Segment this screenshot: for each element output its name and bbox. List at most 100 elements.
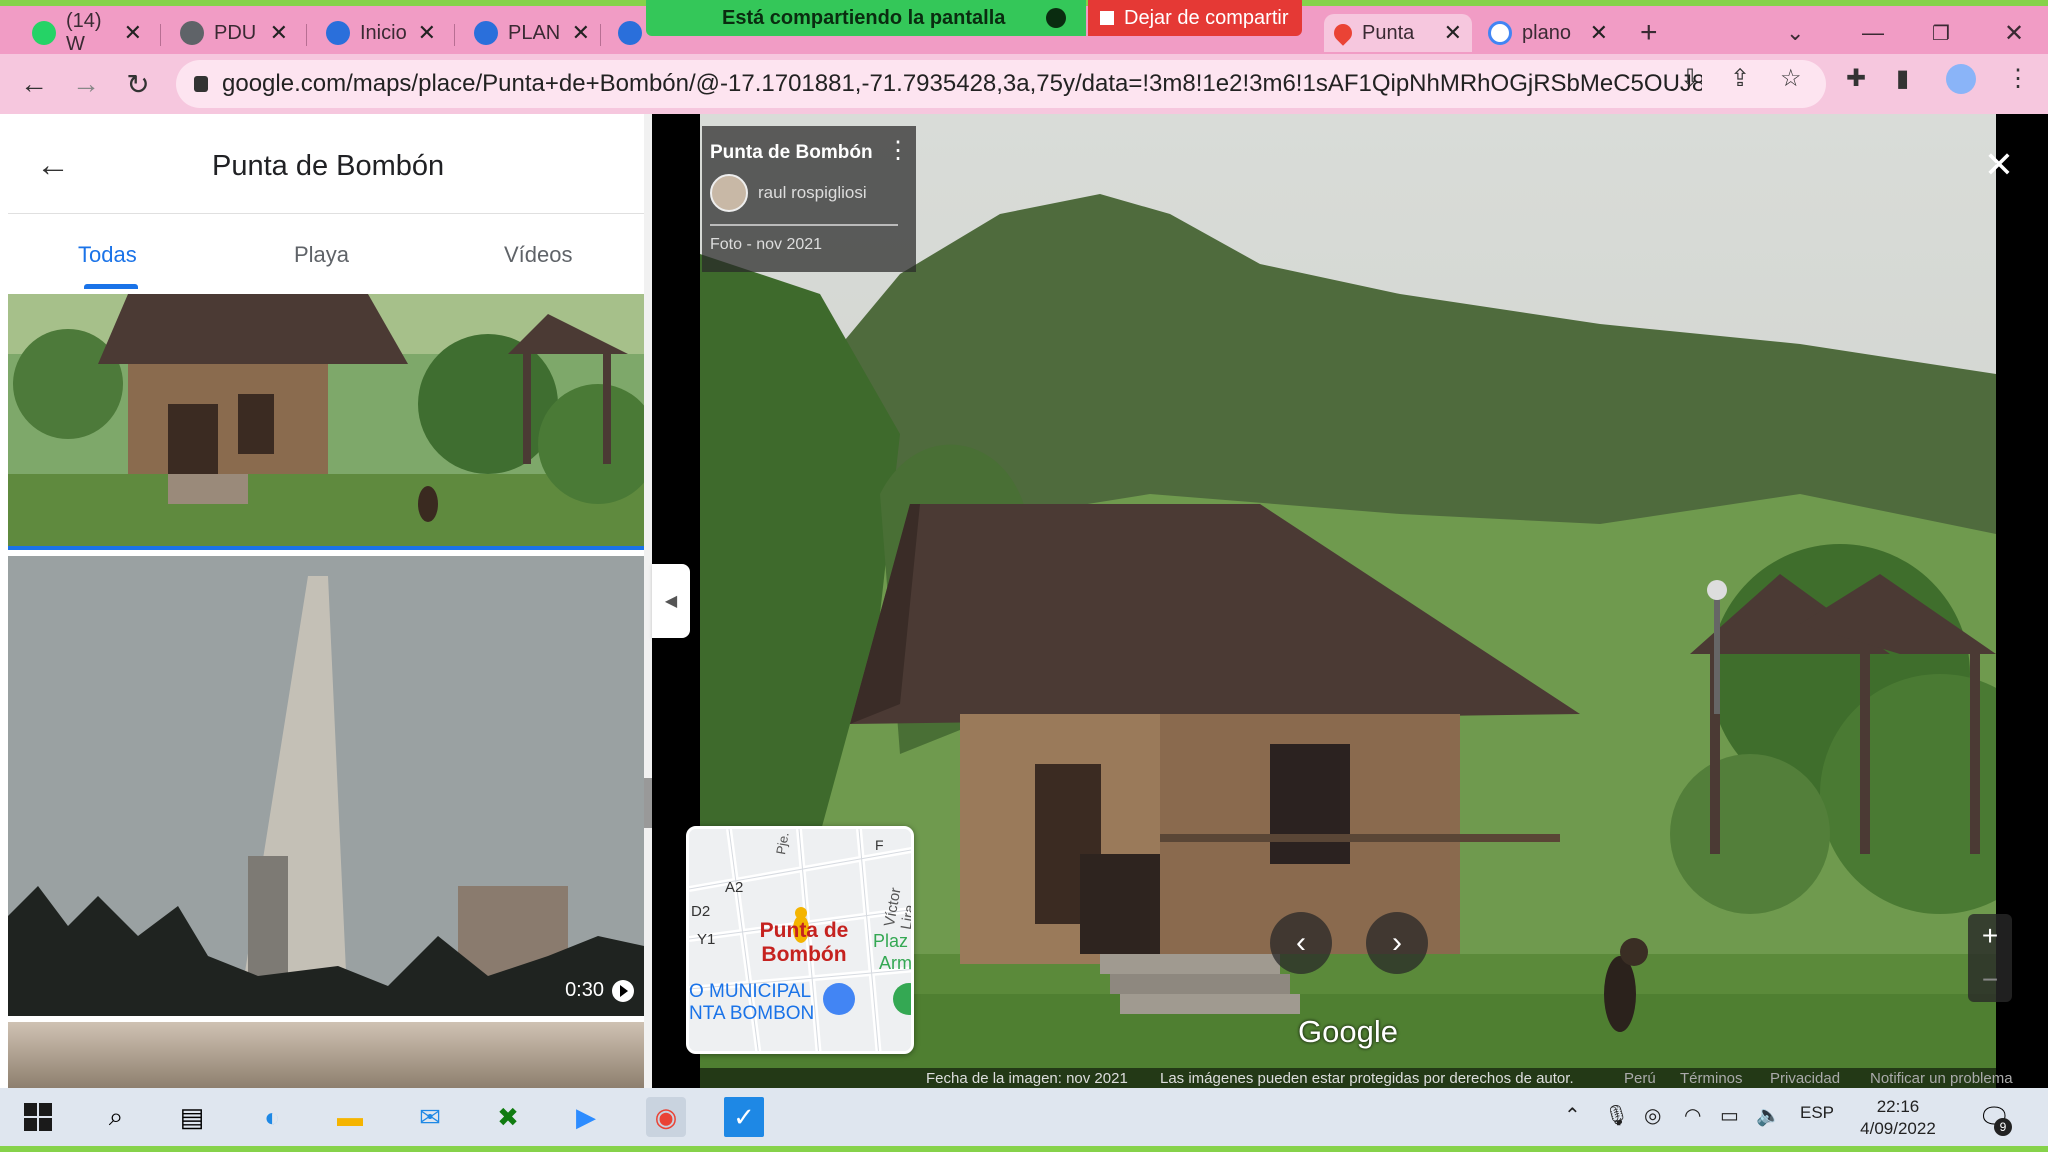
language-indicator[interactable]: ESP [1800, 1103, 1834, 1123]
chevron-left-icon: ‹ [1296, 926, 1306, 959]
map-label: Y1 [697, 931, 716, 948]
tab-plan[interactable]: PLAN ✕ [464, 14, 600, 52]
side-panel-icon[interactable]: ▮ [1896, 64, 1909, 93]
map-place-label: Punta de Bombón [759, 919, 849, 966]
kiosk-photo [8, 294, 644, 546]
restore-icon[interactable]: ❐ [1922, 14, 1960, 52]
profile-avatar[interactable] [1946, 64, 1976, 94]
tab-todas[interactable]: Todas [78, 242, 137, 268]
more-options-icon[interactable]: ⋮ [886, 139, 910, 163]
report-problem-link[interactable]: Notificar un problema [1870, 1070, 2013, 1087]
tab-inicio[interactable]: Inicio ✕ [316, 14, 446, 52]
wifi-icon[interactable]: ◠ [1684, 1103, 1701, 1128]
lock-icon [194, 76, 208, 92]
xbox-icon[interactable]: ✖ [488, 1097, 528, 1137]
play-icon [612, 979, 634, 1002]
clock-date: 4/09/2022 [1860, 1119, 1936, 1138]
photo-info-card: Punta de Bombón ⋮ raul rospigliosi Foto … [702, 126, 916, 272]
new-tab-button[interactable]: + [1630, 14, 1676, 52]
photo-thumbnail-partial[interactable] [8, 1022, 644, 1088]
zoom-icon[interactable]: ▶ [566, 1097, 606, 1137]
previous-photo-button[interactable]: ‹ [1270, 912, 1332, 974]
tab-maps-active[interactable]: Punta ✕ [1324, 14, 1472, 52]
photo-date: Foto - nov 2021 [710, 236, 823, 253]
microphone-icon[interactable]: 🎙 [1604, 1103, 1629, 1128]
photo-thumbnail-kiosk[interactable] [8, 294, 644, 550]
google-logo: Google [1298, 1014, 1398, 1049]
zoom-in-button[interactable]: + [1968, 914, 2012, 958]
tab-separator [306, 24, 307, 46]
search-icon[interactable]: ⌕ [96, 1097, 136, 1137]
clock[interactable]: 22:16 4/09/2022 [1852, 1096, 1944, 1140]
chevron-right-icon: › [1392, 926, 1402, 959]
camera-icon[interactable]: ◎ [1644, 1103, 1661, 1128]
privacy-link[interactable]: Privacidad [1770, 1070, 1840, 1087]
close-tab-icon[interactable]: ✕ [1444, 20, 1462, 46]
map-label: Arm [879, 953, 912, 973]
next-photo-button[interactable]: › [1366, 912, 1428, 974]
zoom-control: + − [1968, 914, 2012, 1002]
map-label: A2 [725, 879, 744, 896]
scrollbar-thumb[interactable] [644, 778, 652, 828]
scrollbar-track[interactable] [644, 114, 652, 1088]
screen-share-banner: Está compartiendo la pantalla [646, 0, 1086, 36]
window-close-icon[interactable]: ✕ [1994, 14, 2034, 52]
stop-sharing-button[interactable]: Dejar de compartir [1088, 0, 1302, 36]
minimap[interactable]: A2 D2 Y1 F Pje. Ran Víctor Lira Plaz Arm… [686, 826, 914, 1054]
file-explorer-icon[interactable]: ▬ [330, 1097, 370, 1137]
forward-icon[interactable]: → [68, 66, 104, 102]
tab-whatsapp[interactable]: (14) W ✕ [22, 10, 152, 55]
close-tab-icon[interactable]: ✕ [572, 20, 590, 46]
author-row[interactable]: raul rospigliosi [710, 174, 908, 212]
terms-link[interactable]: Términos [1680, 1070, 1743, 1087]
country-link[interactable]: Perú [1624, 1070, 1656, 1087]
battery-icon[interactable]: ▭ [1720, 1103, 1739, 1128]
app-icon[interactable]: ✓ [724, 1097, 764, 1137]
tab-canva[interactable] [608, 14, 648, 52]
close-viewer-icon[interactable]: ✕ [1984, 144, 2014, 186]
tab-playa[interactable]: Playa [294, 242, 349, 268]
bookmark-star-icon[interactable]: ☆ [1780, 64, 1802, 93]
close-tab-icon[interactable]: ✕ [270, 20, 288, 46]
menu-icon[interactable]: ⋮ [2006, 64, 2030, 93]
google-icon [1488, 21, 1512, 45]
edge-icon[interactable]: ◐ [252, 1097, 292, 1137]
install-icon[interactable]: ⇩ [1680, 64, 1700, 93]
share-icon[interactable]: ⇪ [1730, 64, 1750, 93]
back-icon[interactable]: ← [16, 66, 52, 102]
tab-videos[interactable]: Vídeos [504, 242, 573, 268]
tab-google[interactable]: plano ✕ [1478, 14, 1618, 52]
map-poi-label: O MUNICIPAL [689, 981, 812, 1002]
reload-icon[interactable]: ↻ [120, 66, 156, 102]
start-button[interactable] [18, 1097, 58, 1137]
video-duration: 0:30 [565, 979, 634, 1002]
canva-icon [326, 21, 350, 45]
map-label: D2 [691, 903, 711, 920]
minimize-icon[interactable]: — [1852, 14, 1894, 52]
chevron-up-icon[interactable]: ⌃ [1564, 1103, 1581, 1128]
close-tab-icon[interactable]: ✕ [418, 20, 436, 46]
speaker-icon[interactable]: 🔈 [1756, 1103, 1781, 1128]
clock-time: 22:16 [1876, 1097, 1920, 1116]
canva-icon [474, 21, 498, 45]
task-view-icon[interactable]: ▤ [172, 1097, 212, 1137]
video-thumbnail-fountain[interactable]: 0:30 [8, 556, 644, 1016]
url-field[interactable]: google.com/maps/place/Punta+de+Bombón/@-… [176, 60, 1826, 108]
photo-author: raul rospigliosi [758, 183, 867, 202]
stop-icon [1100, 11, 1114, 25]
active-tab-indicator [84, 284, 138, 289]
map-label: F [875, 837, 884, 853]
canva-icon [618, 21, 642, 45]
collapse-panel-button[interactable]: ◀ [652, 564, 690, 638]
chrome-icon[interactable]: ◉ [646, 1097, 686, 1137]
close-tab-icon[interactable]: ✕ [124, 20, 142, 46]
tab-pdu[interactable]: PDU ✕ [170, 14, 298, 52]
fountain-video [8, 556, 644, 1016]
close-tab-icon[interactable]: ✕ [1590, 20, 1608, 46]
extensions-icon[interactable]: ✚ [1846, 64, 1866, 93]
chevron-down-icon[interactable]: ⌄ [1776, 14, 1814, 52]
zoom-out-button[interactable]: − [1968, 958, 2012, 1002]
back-arrow-icon[interactable]: ← [36, 146, 70, 185]
mail-icon[interactable]: ✉ [410, 1097, 450, 1137]
copyright-notice: Las imágenes pueden estar protegidas por… [1160, 1070, 1574, 1087]
